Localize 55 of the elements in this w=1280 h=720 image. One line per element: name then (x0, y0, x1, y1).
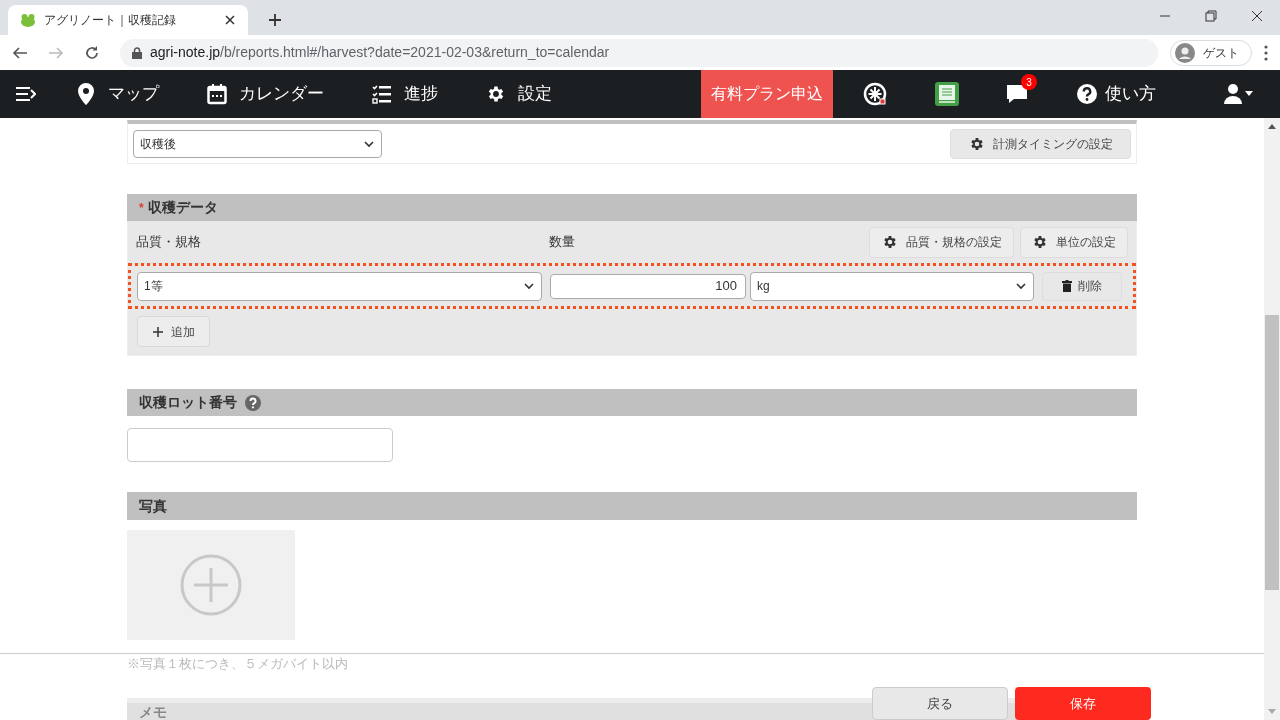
grade-select[interactable]: 1等 (137, 271, 542, 301)
required-mark: * (139, 199, 144, 217)
help-icon[interactable] (245, 394, 261, 411)
nav-item[interactable]: 設定 (486, 70, 552, 118)
column-label: 品質・規格 (136, 233, 202, 252)
help-link[interactable]: 使い方 (1057, 70, 1176, 118)
save-button[interactable]: 保存 (1015, 687, 1151, 720)
chevron-down-icon (523, 280, 535, 292)
section-header: 収穫ロット番号 (127, 389, 1137, 416)
timing-settings-button[interactable]: 計測タイミングの設定 (950, 128, 1131, 159)
section-header: 写真 (127, 492, 1137, 520)
photo-size-note: ※写真１枚につき、５メガバイト以内 (127, 656, 349, 672)
browser-tab[interactable]: アグリノート｜収穫記録 (8, 5, 248, 35)
back-button[interactable]: 戻る (872, 687, 1008, 720)
lot-number-field[interactable] (127, 428, 393, 462)
checklist-icon (372, 84, 392, 104)
close-icon[interactable] (224, 14, 236, 26)
menu-icon[interactable] (16, 86, 36, 102)
lock-icon (132, 46, 142, 59)
help-icon (1077, 84, 1097, 104)
plus-icon (152, 326, 163, 337)
avatar-icon (1175, 42, 1195, 63)
delete-button[interactable]: 削除 (1042, 271, 1122, 301)
trash-icon (1062, 280, 1072, 292)
add-button[interactable]: 追加 (137, 316, 210, 347)
nav-item[interactable]: 進捗 (372, 70, 438, 118)
grade-settings-button[interactable]: 品質・規格の設定 (869, 226, 1014, 258)
add-circle-icon (180, 554, 242, 616)
user-menu-icon[interactable] (1224, 84, 1256, 104)
address-bar[interactable]: agri-note.jp/b/reports.html#/harvest?date=2021-02-03&return_to=calendar (120, 38, 1158, 67)
rice-badge-icon[interactable] (863, 82, 887, 106)
book-icon[interactable] (935, 82, 959, 106)
scroll-up-icon[interactable] (1268, 123, 1276, 129)
chevron-down-icon (1015, 280, 1027, 292)
tab-title: アグリノート｜収穫記録 (44, 12, 177, 29)
map-pin-icon (76, 82, 96, 106)
unit-settings-button[interactable]: 単位の設定 (1020, 226, 1128, 258)
frog-icon (20, 12, 36, 28)
url-text: agri-note.jp/b/reports.html#/harvest?date=2021-02-03&return_to=calendar (150, 43, 610, 62)
new-tab-icon[interactable] (268, 13, 282, 27)
reload-icon[interactable] (84, 44, 100, 61)
notification-count: 3 (1021, 74, 1037, 90)
back-arrow-icon[interactable] (12, 44, 28, 61)
gear-icon (486, 84, 506, 104)
kebab-menu-icon[interactable] (1264, 44, 1268, 61)
timing-select[interactable]: 収穫後 (133, 129, 382, 158)
column-label: 数量 (549, 233, 576, 252)
gear-icon (1032, 234, 1048, 250)
nav-item[interactable]: カレンダー (207, 70, 324, 118)
section-header: * 収穫データ (127, 194, 1137, 221)
scrollbar-thumb[interactable] (1265, 315, 1279, 590)
nav-item[interactable]: マップ (76, 70, 159, 118)
quantity-field[interactable]: 100 (550, 273, 746, 299)
unit-select[interactable]: kg (750, 271, 1034, 301)
calendar-icon (207, 82, 227, 106)
